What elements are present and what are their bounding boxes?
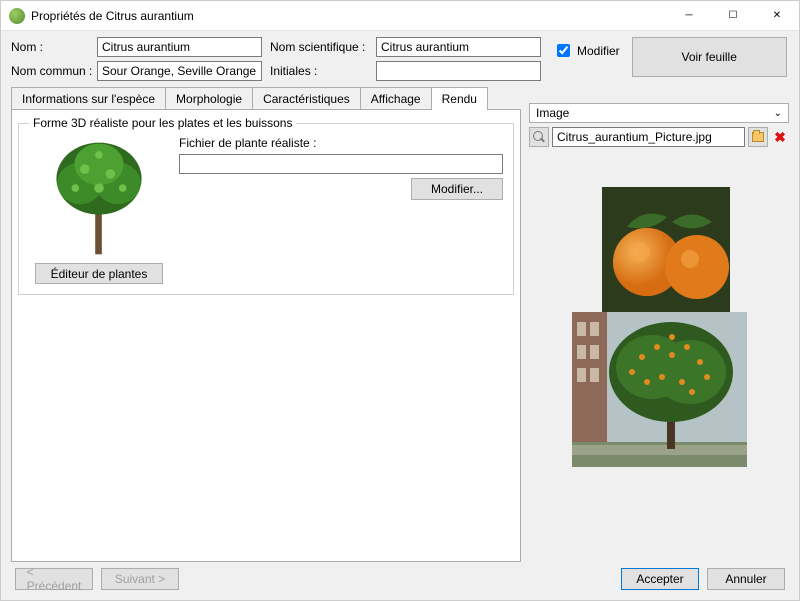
name-label: Nom : [11, 40, 91, 54]
name-input[interactable] [97, 37, 262, 57]
image-file-row: ✖ [529, 127, 789, 147]
titlebar: Propriétés de Citrus aurantium ─ ☐ ✕ [1, 1, 799, 31]
tab-characteristics[interactable]: Caractéristiques [253, 87, 361, 110]
left-pane: Informations sur l'espèce Morphologie Ca… [11, 87, 521, 562]
tree-icon [29, 136, 169, 259]
sci-name-label: Nom scientifique : [270, 40, 370, 54]
magnifier-icon [533, 131, 545, 143]
view-leaf-button-label: Voir feuille [682, 50, 737, 64]
realistic-file-label: Fichier de plante réaliste : [179, 136, 503, 150]
plant-editor-button[interactable]: Éditeur de plantes [35, 263, 163, 284]
window: Propriétés de Citrus aurantium ─ ☐ ✕ Nom… [0, 0, 800, 601]
right-pane: Image ⌄ ✖ [529, 87, 789, 562]
window-controls: ─ ☐ ✕ [667, 1, 799, 30]
image-section-label: Image [536, 106, 569, 120]
client-area: Nom : Nom commun : Nom scientifique : In… [1, 31, 799, 600]
remove-image-button[interactable]: ✖ [771, 127, 789, 147]
common-name-input[interactable] [97, 61, 262, 81]
image-file-input[interactable] [552, 127, 745, 147]
tab-morphology[interactable]: Morphologie [166, 87, 253, 110]
x-icon: ✖ [774, 130, 786, 144]
footer: < Précédent Suivant > Accepter Annuler [11, 562, 789, 594]
tab-body: Forme 3D réaliste pour les plates et les… [11, 109, 521, 562]
initials-input[interactable] [376, 61, 541, 81]
browse-image-button[interactable] [748, 127, 768, 147]
modifier-checkbox[interactable] [557, 44, 570, 57]
minimize-button[interactable]: ─ [667, 1, 711, 30]
tree-preview: Éditeur de plantes [29, 136, 169, 284]
cancel-button[interactable]: Annuler [707, 568, 785, 590]
sci-name-input[interactable] [376, 37, 541, 57]
modifier-checkbox-group: Modifier [553, 41, 620, 60]
preview-image [572, 187, 747, 467]
realistic-file-input[interactable] [179, 154, 503, 174]
tab-strip: Informations sur l'espèce Morphologie Ca… [11, 87, 521, 110]
initials-label: Initiales : [270, 64, 370, 78]
image-section-header[interactable]: Image ⌄ [529, 103, 789, 123]
image-preview [529, 187, 789, 562]
common-name-label: Nom commun : [11, 64, 91, 78]
folder-icon [752, 132, 764, 142]
prev-button[interactable]: < Précédent [15, 568, 93, 590]
top-fields: Nom : Nom commun : Nom scientifique : In… [11, 37, 789, 81]
window-title: Propriétés de Citrus aurantium [31, 9, 667, 23]
tab-display[interactable]: Affichage [361, 87, 432, 110]
body-row: Informations sur l'espèce Morphologie Ca… [11, 87, 789, 562]
next-button[interactable]: Suivant > [101, 568, 179, 590]
realistic-file-column: Fichier de plante réaliste : Modifier... [179, 136, 503, 284]
search-image-button[interactable] [529, 127, 549, 147]
view-leaf-button[interactable]: Voir feuille [632, 37, 787, 77]
tab-species-info[interactable]: Informations sur l'espèce [11, 87, 166, 110]
render-group: Forme 3D réaliste pour les plates et les… [18, 116, 514, 295]
accept-button[interactable]: Accepter [621, 568, 699, 590]
realistic-file-modify-button[interactable]: Modifier... [411, 178, 503, 200]
modifier-checkbox-label: Modifier [577, 44, 620, 58]
close-button[interactable]: ✕ [755, 1, 799, 30]
maximize-button[interactable]: ☐ [711, 1, 755, 30]
chevron-down-icon: ⌄ [774, 108, 782, 119]
render-group-legend: Forme 3D réaliste pour les plates et les… [29, 116, 296, 130]
app-icon [9, 8, 25, 24]
tab-render[interactable]: Rendu [432, 87, 488, 110]
